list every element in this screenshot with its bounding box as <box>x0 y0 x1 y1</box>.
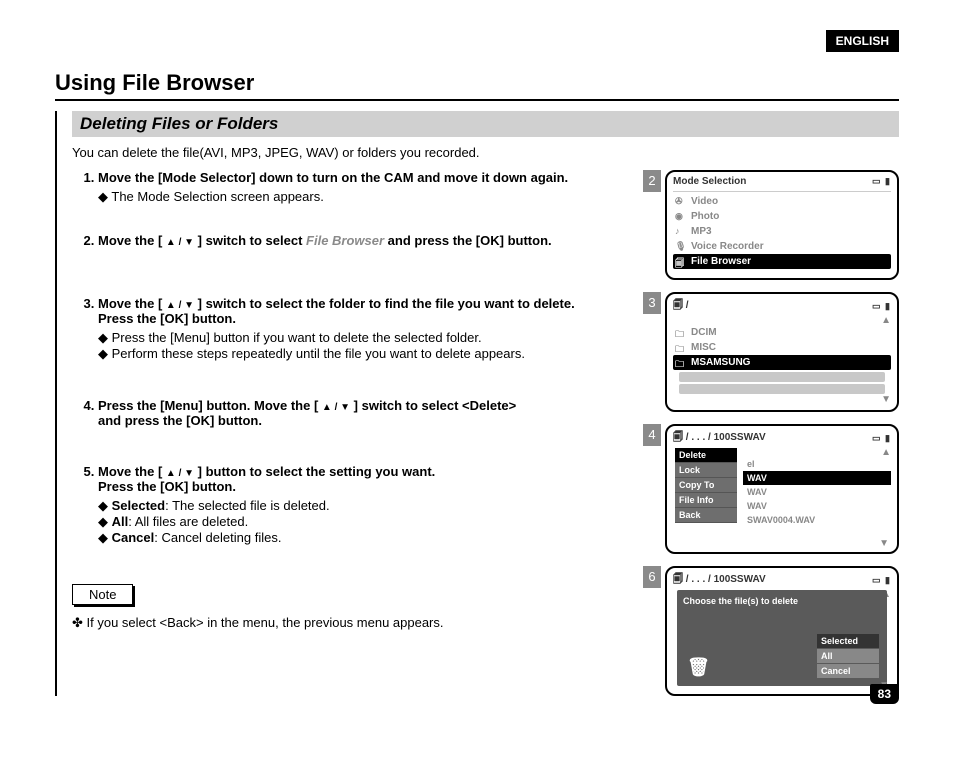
menu-back: Back <box>675 508 737 523</box>
section-subtitle: Deleting Files or Folders <box>72 111 899 137</box>
step-5-opt3: Cancel: Cancel deleting files. <box>98 530 635 546</box>
file-row: WAV <box>743 471 891 485</box>
file-list: el WAV WAV WAV SWAV0004.WAV <box>743 457 891 527</box>
screen-delete-popup: 🗐 / . . . / 100SSWAV ▭ ▮ ▲ Choose the fi… <box>665 566 899 696</box>
note-text: If you select <Back> in the menu, the pr… <box>72 615 635 631</box>
screen-2-title: Mode Selection <box>673 176 746 187</box>
screen-3-path: 🗐 / <box>673 298 689 315</box>
language-badge: ENGLISH <box>826 30 899 52</box>
folder-msamsung: 🗀MSAMSUNG <box>673 355 891 370</box>
trash-icon: 🗑 <box>687 657 710 678</box>
file-row: WAV <box>743 485 891 499</box>
mode-item-voice: 🎙Voice Recorder <box>673 239 891 254</box>
step-1-lead: Move the [Mode Selector] down to turn on… <box>98 170 568 185</box>
step-5-opt1: Selected: The selected file is deleted. <box>98 498 635 514</box>
page-number: 83 <box>870 684 899 704</box>
screen-folder-list: 🗐 / ▭ ▮ ▲ 🗀DCIM 🗀MISC 🗀MSAMSUNG ▼ <box>665 292 899 412</box>
screen-3-block: 3 🗐 / ▭ ▮ ▲ 🗀DCIM 🗀MISC 🗀MSAMSUNG <box>643 292 899 412</box>
step-1-sub: The Mode Selection screen appears. <box>98 189 635 205</box>
mode-item-filebrowser: 🗐File Browser <box>673 254 891 269</box>
step-3-sub1: Press the [Menu] button if you want to d… <box>98 330 635 346</box>
menu-fileinfo: File Info <box>675 493 737 508</box>
menu-delete: Delete <box>675 448 737 463</box>
step-4: Press the [Menu] button. Move the [ ▲ / … <box>98 398 635 428</box>
step-3: Move the [ ▲ / ▼ ] switch to select the … <box>98 296 635 362</box>
popup-opt-cancel: Cancel <box>817 664 879 678</box>
step-3-sub2: Perform these steps repeatedly until the… <box>98 346 635 362</box>
status-icons: ▭ ▮ <box>872 433 891 444</box>
note-box: Note <box>72 584 133 605</box>
popup-title: Choose the file(s) to delete <box>683 596 881 606</box>
mode-item-video: ✇Video <box>673 194 891 209</box>
screen-6-number: 6 <box>643 566 661 588</box>
step-5-opt2: All: All files are deleted. <box>98 514 635 530</box>
folder-misc: 🗀MISC <box>673 340 891 355</box>
screen-6-path: 🗐 / . . . / 100SSWAV <box>673 572 766 589</box>
mode-item-photo: ◉Photo <box>673 209 891 224</box>
screen-4-path: 🗐 / . . . / 100SSWAV <box>673 430 766 447</box>
folder-dcim: 🗀DCIM <box>673 325 891 340</box>
status-icons: ▭ ▮ <box>872 575 891 586</box>
screen-4-block: 4 🗐 / . . . / 100SSWAV ▭ ▮ ▲ Delete Lock <box>643 424 899 554</box>
page-title: Using File Browser <box>55 70 899 101</box>
screen-6-block: 6 🗐 / . . . / 100SSWAV ▭ ▮ ▲ Choose the … <box>643 566 899 696</box>
step-1: Move the [Mode Selector] down to turn on… <box>98 170 635 205</box>
status-icons: ▭ ▮ <box>872 176 891 187</box>
status-icons: ▭ ▮ <box>872 301 891 312</box>
popup-opt-selected: Selected <box>817 634 879 648</box>
screen-2-block: 2 Mode Selection ▭ ▮ ✇Video ◉Photo ♪MP3 … <box>643 170 899 280</box>
step-2: Move the [ ▲ / ▼ ] switch to select File… <box>98 233 635 248</box>
intro-text: You can delete the file(AVI, MP3, JPEG, … <box>72 145 899 160</box>
delete-popup: Choose the file(s) to delete 🗑 Selected … <box>677 590 887 686</box>
file-row: WAV <box>743 499 891 513</box>
screen-2-number: 2 <box>643 170 661 192</box>
menu-copyto: Copy To <box>675 478 737 493</box>
screen-3-number: 3 <box>643 292 661 314</box>
screen-4-number: 4 <box>643 424 661 446</box>
step-5: Move the [ ▲ / ▼ ] button to select the … <box>98 464 635 546</box>
menu-lock: Lock <box>675 463 737 478</box>
screen-mode-selection: Mode Selection ▭ ▮ ✇Video ◉Photo ♪MP3 🎙V… <box>665 170 899 280</box>
mode-item-mp3: ♪MP3 <box>673 224 891 239</box>
screen-context-menu: 🗐 / . . . / 100SSWAV ▭ ▮ ▲ Delete Lock C… <box>665 424 899 554</box>
file-row: SWAV0004.WAV <box>743 513 891 527</box>
grey-file-browser: File Browser <box>306 233 384 248</box>
context-menu: Delete Lock Copy To File Info Back <box>675 448 737 523</box>
file-row: el <box>743 457 891 471</box>
popup-opt-all: All <box>817 649 879 663</box>
